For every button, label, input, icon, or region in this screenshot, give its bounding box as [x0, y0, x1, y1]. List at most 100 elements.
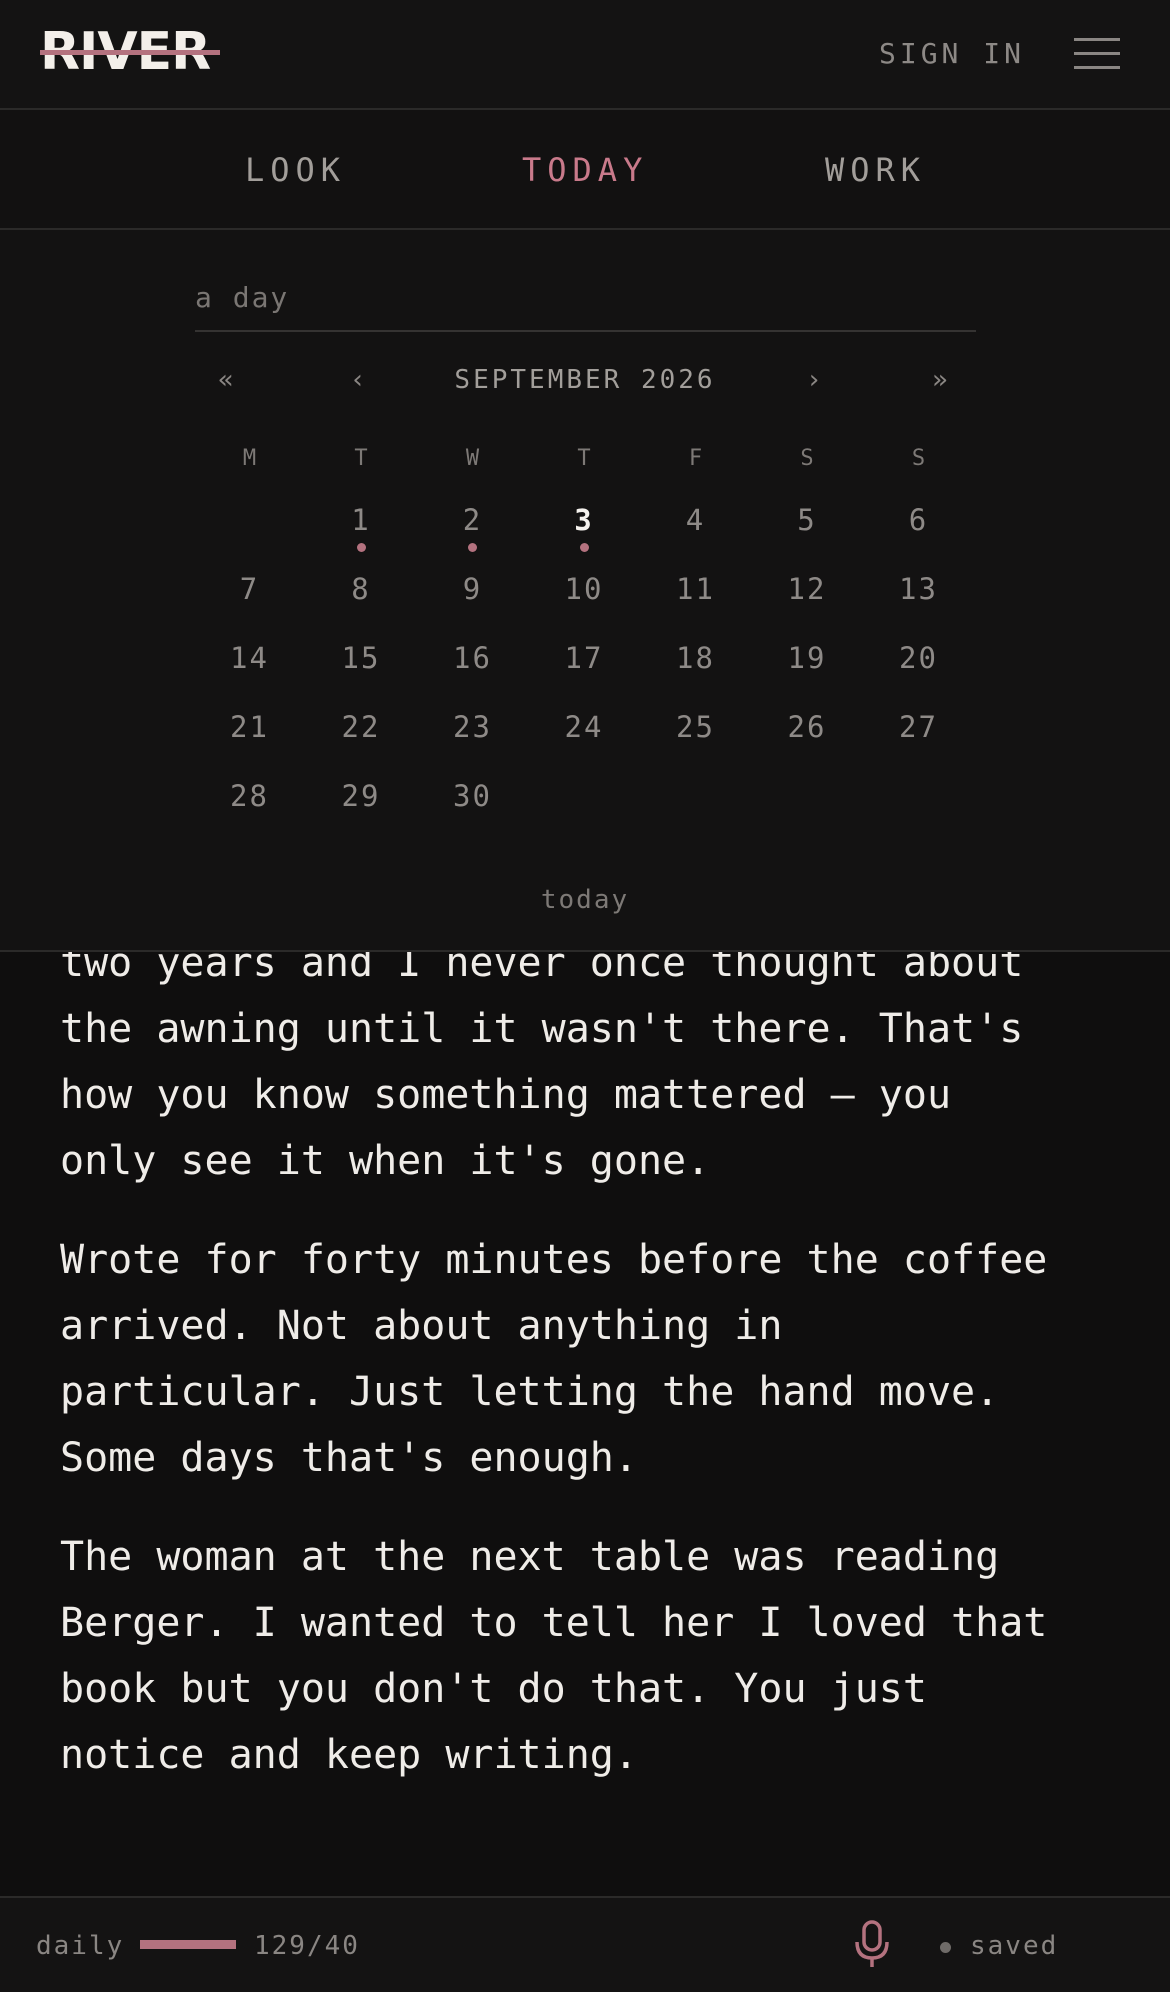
calendar-day-number: 21	[230, 710, 269, 744]
calendar-day-number: 17	[564, 641, 604, 675]
microphone-icon[interactable]	[852, 1920, 892, 1970]
calendar-day[interactable]: 10	[529, 569, 640, 638]
month-title: SEPTEMBER 2026	[454, 365, 716, 395]
calendar-day[interactable]: 15	[306, 638, 417, 707]
calendar-day-number: 28	[230, 779, 269, 813]
calendar-day[interactable]: 1	[306, 500, 417, 569]
calendar-day-number: 2	[462, 503, 483, 537]
calendar-day[interactable]: 4	[640, 500, 751, 569]
calendar-day-number: 13	[899, 572, 938, 606]
calendar-day[interactable]: 5	[752, 500, 863, 569]
calendar-day[interactable]: 14	[194, 638, 305, 707]
logo[interactable]: RIVER	[40, 22, 221, 82]
calendar-day[interactable]: 18	[640, 638, 751, 707]
calendar-day-number: 29	[341, 779, 381, 813]
word-goal-progress	[140, 1940, 236, 1949]
calendar-day[interactable]: 29	[306, 776, 417, 845]
entry-paragraph: Wrote for forty minutes before the coffe…	[60, 1237, 1048, 1481]
today-button[interactable]: today	[0, 882, 1170, 918]
calendar-day-number: 24	[564, 710, 604, 744]
entry-indicator-dot	[356, 543, 366, 552]
calendar-day[interactable]: 13	[863, 569, 974, 638]
mode-label[interactable]: daily	[36, 1928, 124, 1964]
word-count: 129/40	[254, 1931, 360, 1961]
calendar-day-number: 10	[564, 572, 604, 606]
calendar-day[interactable]: 6	[863, 500, 974, 569]
calendar-day-number: 3	[574, 503, 594, 537]
calendar-day-number: 20	[899, 641, 938, 675]
calendar-day[interactable]: 11	[640, 569, 751, 638]
word-goal-progress-fill	[140, 1940, 236, 1949]
calendar-day[interactable]: 16	[417, 638, 528, 707]
calendar-day-number: 6	[908, 503, 929, 537]
weekday-label: S	[911, 446, 926, 471]
entry-paragraph: two years and I never once thought about…	[60, 952, 1024, 1184]
calendar-day[interactable]: 23	[417, 707, 528, 776]
calendar-day[interactable]: 8	[306, 569, 417, 638]
calendar-day-number: 8	[351, 572, 371, 606]
calendar-day[interactable]: 25	[640, 707, 751, 776]
menu-bar	[1074, 52, 1120, 55]
entry-indicator-dot	[468, 543, 477, 552]
calendar-day-number: 18	[676, 641, 715, 675]
weekday-label: M	[242, 446, 257, 471]
prev-month-button[interactable]: ‹	[350, 362, 366, 398]
calendar-day-number: 9	[462, 572, 483, 606]
calendar-day-number: 19	[787, 641, 827, 675]
calendar-day[interactable]: 2	[417, 500, 528, 569]
menu-bar	[1074, 66, 1120, 69]
day-input[interactable]	[195, 264, 976, 332]
calendar-day[interactable]: 20	[863, 638, 974, 707]
date-picker-panel: « ‹ SEPTEMBER 2026 › » MTWTFSS 123456789…	[0, 230, 1170, 952]
calendar-day[interactable]: 30	[417, 776, 528, 845]
calendar-day[interactable]: 9	[417, 569, 528, 638]
entry-paragraph: The woman at the next table was reading …	[60, 1534, 1048, 1778]
calendar-grid: 1 2 3 4 5 6 7 8 9 10 11 12 13 14 15 16 17 18 19 20 21 22 23 24 2…	[194, 500, 974, 860]
calendar-day[interactable]: 17	[529, 638, 640, 707]
calendar-day[interactable]: 28	[194, 776, 305, 845]
calendar-day-number: 30	[453, 779, 492, 813]
next-month-button[interactable]: ›	[806, 362, 822, 398]
top-bar: RIVER SIGN IN	[0, 0, 1170, 110]
calendar-day-today[interactable]: 3	[529, 500, 640, 569]
weekday-label: W	[465, 446, 480, 471]
saved-status: saved	[970, 1931, 1059, 1961]
tab-look[interactable]: LOOK	[245, 150, 346, 190]
next-year-button[interactable]: »	[932, 362, 948, 398]
calendar-day[interactable]: 24	[529, 707, 640, 776]
calendar-day-number: 12	[787, 572, 827, 606]
calendar-day-number: 25	[676, 710, 715, 744]
calendar-day-number: 27	[899, 710, 938, 744]
calendar-day[interactable]: 12	[752, 569, 863, 638]
weekday-label: T	[577, 446, 591, 471]
saved-status-dot	[940, 1942, 951, 1953]
weekday-label: S	[800, 446, 814, 471]
calendar-day-number: 4	[685, 503, 706, 537]
calendar-day[interactable]: 19	[752, 638, 863, 707]
sign-in-link[interactable]: SIGN IN	[879, 34, 1025, 74]
tab-work[interactable]: WORK	[825, 150, 926, 190]
prev-year-button[interactable]: «	[218, 362, 234, 398]
weekday-label: F	[688, 446, 703, 471]
calendar-day[interactable]: 21	[194, 707, 305, 776]
entry-indicator-dot	[579, 543, 589, 552]
section-tabs: LOOK TODAY WORK	[0, 110, 1170, 230]
calendar-day-number: 15	[341, 641, 381, 675]
calendar-day[interactable]: 26	[752, 707, 863, 776]
tab-today[interactable]: TODAY	[522, 150, 648, 190]
hamburger-menu-icon[interactable]	[1074, 38, 1120, 70]
weekday-label: T	[354, 446, 368, 471]
weekday-header: MTWTFSS	[194, 444, 974, 474]
journal-entry[interactable]: two years and I never once thought about…	[60, 952, 1120, 1892]
calendar-day-number: 26	[787, 710, 827, 744]
menu-bar	[1074, 38, 1120, 41]
calendar-day-number: 1	[351, 503, 371, 537]
calendar-day-number: 14	[230, 641, 269, 675]
calendar-day[interactable]: 27	[863, 707, 974, 776]
calendar-day-number: 22	[341, 710, 381, 744]
calendar-day-number: 5	[797, 503, 817, 537]
status-bar: daily 129/40 saved	[0, 1896, 1170, 1992]
calendar-day-number: 7	[239, 572, 260, 606]
calendar-day[interactable]: 7	[194, 569, 305, 638]
calendar-day[interactable]: 22	[306, 707, 417, 776]
